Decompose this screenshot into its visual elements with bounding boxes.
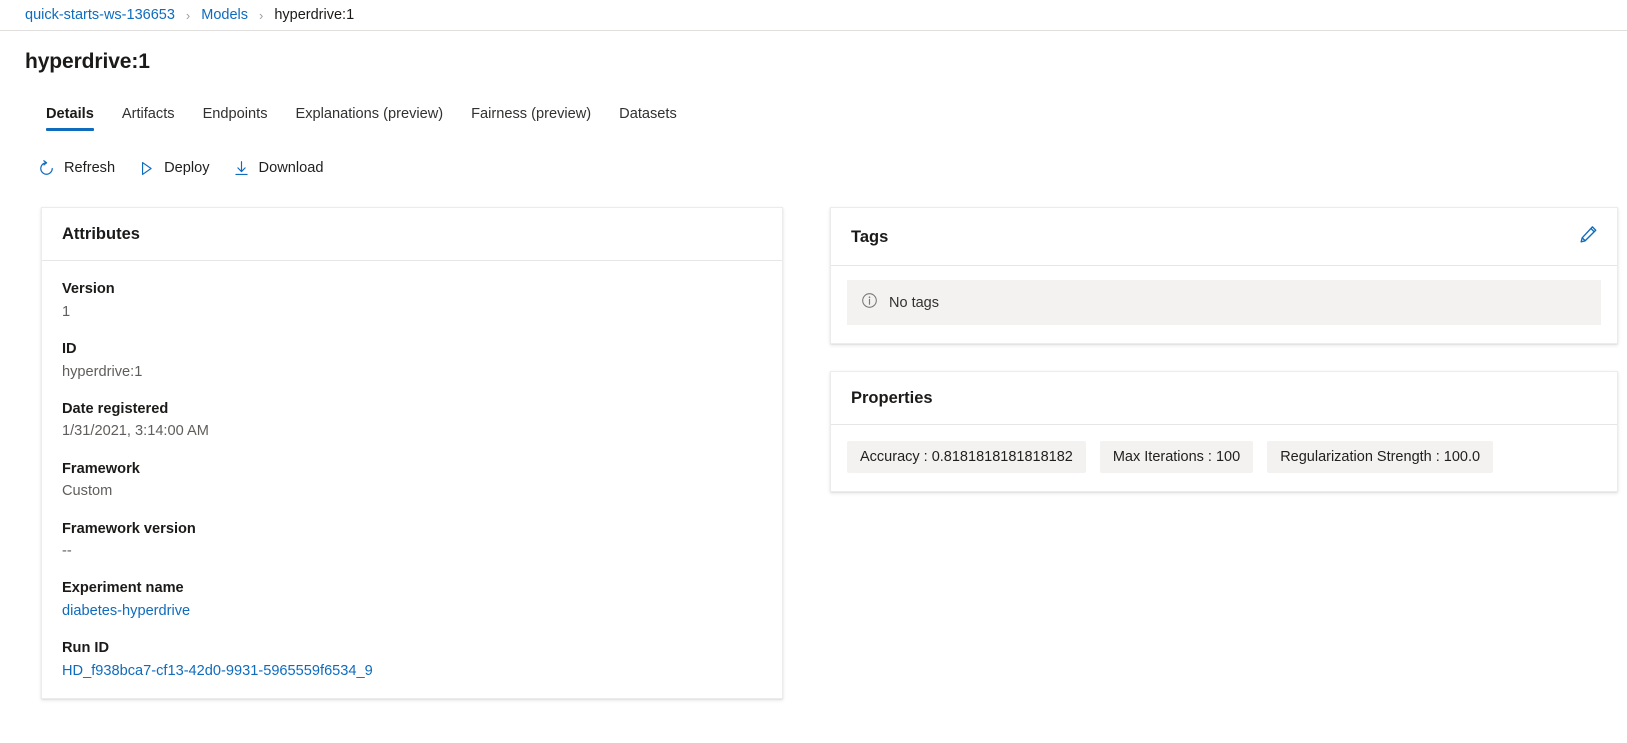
property-chip-accuracy: Accuracy : 0.8181818181818182	[847, 441, 1086, 473]
attribute-value: --	[62, 543, 72, 560]
no-tags-text: No tags	[889, 294, 939, 311]
content-area: Attributes Version 1 ID hyperdrive:1 Dat…	[0, 185, 1627, 700]
tab-details[interactable]: Details	[32, 106, 108, 131]
tab-artifacts[interactable]: Artifacts	[108, 106, 189, 131]
breadcrumb-item-current: hyperdrive:1	[274, 6, 355, 23]
tags-card: Tags No tags	[830, 207, 1618, 344]
attribute-row-experiment-name: Experiment name diabetes-hyperdrive	[62, 578, 762, 622]
run-id-link[interactable]: HD_f938bca7-cf13-42d0-9931-5965559f6534_…	[62, 661, 762, 682]
attribute-label: Version	[62, 281, 115, 297]
info-circle-icon	[861, 292, 878, 313]
properties-card-header: Properties	[831, 372, 1617, 425]
properties-card: Properties Accuracy : 0.8181818181818182…	[830, 371, 1618, 492]
property-chip-regularization-strength: Regularization Strength : 100.0	[1267, 441, 1494, 473]
tab-explanations[interactable]: Explanations (preview)	[282, 106, 458, 131]
attributes-card-title: Attributes	[62, 225, 140, 243]
command-bar: Refresh Deploy Download	[0, 151, 1627, 185]
tab-bar: Details Artifacts Endpoints Explanations…	[0, 95, 1627, 131]
tags-body: No tags	[831, 266, 1617, 343]
attribute-row-framework-version: Framework version --	[62, 519, 762, 563]
page-title: hyperdrive:1	[25, 50, 150, 73]
attribute-row-framework: Framework Custom	[62, 459, 762, 503]
breadcrumb: quick-starts-ws-136653 › Models › hyperd…	[0, 0, 1627, 31]
tags-card-title: Tags	[851, 227, 889, 246]
refresh-label: Refresh	[64, 160, 116, 176]
tags-header-actions	[1576, 225, 1617, 249]
download-label: Download	[258, 160, 324, 176]
download-arrow-icon	[233, 160, 250, 177]
attributes-card-header: Attributes	[42, 208, 782, 261]
breadcrumb-item-workspace[interactable]: quick-starts-ws-136653	[25, 8, 175, 23]
attribute-label: Framework	[62, 460, 140, 477]
refresh-icon	[38, 159, 55, 177]
experiment-name-link[interactable]: diabetes-hyperdrive	[62, 601, 762, 622]
attribute-value: hyperdrive:1	[62, 363, 143, 380]
property-chip-max-iterations: Max Iterations : 100	[1099, 441, 1254, 473]
attribute-label: Run ID	[62, 640, 110, 657]
attribute-value: 1	[62, 303, 71, 320]
breadcrumb-item-models[interactable]: Models	[201, 8, 248, 23]
attribute-row-run-id: Run ID HD_f938bca7-cf13-42d0-9931-596555…	[62, 638, 762, 682]
attribute-label: ID	[62, 340, 77, 357]
download-button[interactable]: Download	[225, 154, 335, 183]
attribute-row-version: Version 1	[62, 279, 762, 323]
no-tags-message: No tags	[847, 280, 1601, 325]
attribute-row-date-registered: Date registered 1/31/2021, 3:14:00 AM	[62, 399, 762, 443]
pencil-edit-icon	[1579, 225, 1598, 249]
refresh-button[interactable]: Refresh	[30, 154, 126, 183]
tab-fairness[interactable]: Fairness (preview)	[457, 106, 605, 131]
edit-tags-button[interactable]	[1576, 225, 1600, 249]
properties-card-title: Properties	[851, 389, 933, 407]
attribute-label: Experiment name	[62, 580, 184, 597]
tab-datasets[interactable]: Datasets	[605, 106, 691, 131]
breadcrumb-separator: ›	[185, 7, 191, 23]
tab-endpoints[interactable]: Endpoints	[189, 106, 282, 131]
breadcrumb-separator: ›	[259, 7, 264, 23]
attributes-list: Version 1 ID hyperdrive:1 Date registere…	[42, 261, 782, 698]
right-column: Tags No tags Properties Accuracy: 0.818…	[830, 207, 1627, 492]
properties-chip-list: Accuracy : 0.8181818181818182 Max Iterat…	[831, 425, 1617, 491]
deploy-label: Deploy	[164, 160, 210, 176]
attribute-value: Custom	[62, 483, 113, 500]
attribute-label: Date registered	[62, 400, 169, 417]
deploy-button[interactable]: Deploy	[130, 154, 220, 183]
play-triangle-icon	[138, 160, 155, 177]
tags-card-header: Tags	[831, 208, 1617, 266]
attributes-card: Attributes Version 1 ID hyperdrive:1 Dat…	[41, 207, 783, 700]
attribute-value: 1/31/2021, 3:14:00 AM	[62, 423, 209, 440]
attribute-label: Framework version	[62, 520, 196, 537]
attribute-row-id: ID hyperdrive:1	[62, 339, 762, 383]
